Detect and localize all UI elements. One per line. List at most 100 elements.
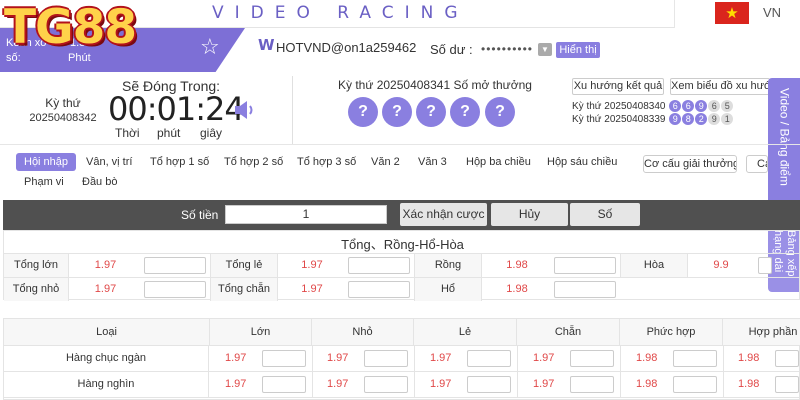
column-header: Nhỏ	[312, 319, 414, 346]
bet-amount-input[interactable]	[348, 281, 410, 298]
amount-label: Số tiền	[181, 208, 219, 222]
result-ball: ?	[450, 97, 480, 127]
more-button[interactable]: Cá	[746, 155, 768, 173]
bet-amount-input[interactable]	[144, 257, 206, 274]
account-username: HOTVND@on1a259462	[276, 40, 417, 55]
balance-toggle-icon[interactable]: ▼	[538, 43, 552, 56]
period-label: Kỳ thứ	[45, 96, 81, 110]
unit-minutes: phút	[157, 126, 181, 140]
odds-value: 1.97	[533, 352, 555, 364]
history-ball: 5	[721, 100, 734, 112]
table-title: Tổng、Rồng-Hổ-Hòa	[341, 237, 464, 252]
tab-van-3[interactable]: Văn 3	[418, 153, 447, 171]
odds-value: 1.97	[430, 378, 452, 390]
view-trend-chart-button[interactable]: Xem biểu đồ xu hướng	[670, 78, 770, 95]
tab-integration[interactable]: Hội nhập	[16, 153, 77, 171]
odds-value: 9.9	[713, 259, 729, 271]
bet-amount-input[interactable]	[673, 376, 717, 393]
odds-value: 1.97	[225, 378, 247, 390]
bet-amount-input[interactable]	[775, 350, 799, 367]
history-row: Kỳ thứ 20250408339 98291	[572, 113, 734, 125]
bet-amount-input[interactable]	[262, 376, 306, 393]
language-selector[interactable]: ★ VN	[674, 0, 800, 28]
tab-combo-2[interactable]: Tổ hợp 2 số	[224, 153, 283, 171]
column-header: Lẻ	[414, 319, 517, 346]
bet-amount-input[interactable]	[673, 350, 717, 367]
confirm-bet-button[interactable]: Xác nhận cược	[400, 203, 487, 226]
bet-amount-input[interactable]	[262, 350, 306, 367]
odds-value: 1.98	[506, 283, 528, 295]
column-divider	[414, 346, 415, 371]
column-divider	[312, 372, 313, 397]
cancel-button[interactable]: Hủy	[491, 203, 568, 226]
brand-title: VIDEO RACING	[212, 3, 469, 23]
column-divider	[723, 346, 724, 371]
bet-amount-input[interactable]	[570, 350, 614, 367]
bet-amount-input[interactable]	[364, 376, 408, 393]
history-row: Kỳ thứ 20250408340 66965	[572, 100, 734, 112]
balance-value: ••••••••••	[481, 42, 534, 56]
result-trend-button[interactable]: Xu hướng kết quả	[572, 78, 664, 95]
bet-option-label: Rồng	[414, 254, 482, 277]
period-number: 20250408342	[29, 112, 97, 124]
bet-amount-input[interactable]	[467, 350, 511, 367]
favorite-star-icon[interactable]: ☆	[200, 36, 220, 60]
show-balance-button[interactable]: Hiển thị	[556, 42, 600, 58]
tab-combo-1[interactable]: Tổ hợp 1 số	[150, 153, 209, 171]
table-row: Hàng nghìn 1.97 1.97 1.97 1.97 1.98 1.98	[4, 372, 800, 398]
bet-bar: Số tiền 1 Xác nhận cược Hủy Số	[3, 200, 800, 230]
history-period: Kỳ thứ 20250408339	[572, 114, 666, 125]
lottery-page: VIDEO RACING ★ VN Kênh xổ 1.5 số: Phút ☆…	[0, 0, 800, 400]
bet-amount-input[interactable]	[364, 350, 408, 367]
bet-amount-input[interactable]	[775, 376, 799, 393]
odds-value: 1.97	[533, 378, 555, 390]
bet-amount-input[interactable]	[554, 257, 616, 274]
history-ball: 6	[708, 100, 721, 112]
tg88-logo[interactable]: TG88	[4, 0, 137, 56]
balance-label: Số dư :	[430, 42, 473, 57]
column-header: Hợp phần	[748, 326, 798, 338]
number-button[interactable]: Số	[570, 203, 640, 226]
bet-amount-input[interactable]	[467, 376, 511, 393]
result-ball: ?	[485, 97, 515, 127]
bet-amount-input[interactable]	[554, 281, 616, 298]
w-logo-icon: W	[258, 36, 275, 54]
prize-structure-button[interactable]: Cơ cấu giải thưởng	[643, 155, 737, 173]
bet-amount-input[interactable]	[570, 376, 614, 393]
tab-combo-3[interactable]: Tổ hợp 3 số	[297, 153, 356, 171]
amount-input[interactable]: 1	[225, 205, 387, 224]
tab-box-6[interactable]: Hộp sáu chiều	[547, 153, 617, 171]
table-header: Loại Lớn Nhỏ Lẻ Chẵn Phức hợp Hợp phần	[4, 319, 800, 346]
vietnam-flag-icon: ★	[715, 2, 749, 24]
countdown-timer: 00:01:24	[108, 90, 245, 128]
tab-position[interactable]: Vân, vị trí	[86, 153, 132, 171]
bet-amount-input[interactable]	[758, 257, 772, 274]
bet-amount-input[interactable]	[144, 281, 206, 298]
tab-box-3[interactable]: Hộp ba chiều	[466, 153, 531, 171]
speaker-icon[interactable]	[234, 99, 256, 121]
tab-van-2[interactable]: Văn 2	[371, 153, 400, 171]
column-divider	[620, 346, 621, 371]
history-ball: 6	[669, 100, 682, 112]
bet-option-label: Hòa	[620, 254, 688, 277]
history-period: Kỳ thứ 20250408340	[572, 101, 666, 112]
bet-amount-input[interactable]	[348, 257, 410, 274]
row-label: Hàng chục ngàn	[4, 346, 209, 371]
history-ball: 8	[682, 113, 695, 125]
column-header: Chẵn	[517, 319, 620, 346]
table-row: Tổng lớn 1.97 Tổng lẻ 1.97 Rồng 1.98 Hòa…	[4, 253, 800, 277]
bet-option-label: Tổng lẻ	[210, 254, 278, 277]
odds-value: 1.97	[430, 352, 452, 364]
flag-star-icon: ★	[725, 4, 739, 22]
column-divider	[517, 346, 518, 371]
odds-value: 1.97	[301, 283, 323, 295]
tab-range[interactable]: Phạm vi	[24, 173, 64, 191]
odds-value: 1.98	[738, 378, 760, 390]
column-divider	[723, 372, 724, 397]
unit-seconds: giây	[200, 126, 223, 140]
bet-option-label: Hổ	[414, 278, 482, 301]
tab-bull-head[interactable]: Đầu bò	[82, 173, 117, 191]
sum-dragon-tiger-table: Tổng、Rồng-Hổ-Hòa Tổng lớn 1.97 Tổng lẻ 1…	[3, 230, 800, 301]
odds-value: 1.97	[94, 283, 117, 295]
history-ball: 9	[695, 100, 708, 112]
